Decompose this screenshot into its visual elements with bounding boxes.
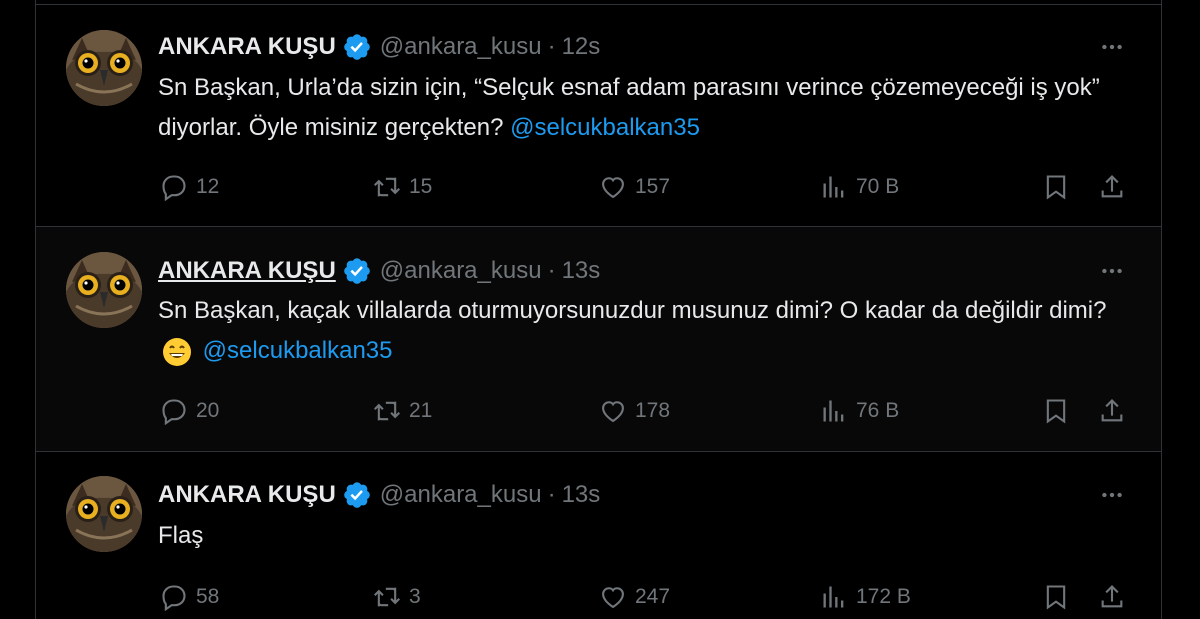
tweet-text: Flaş [158, 516, 1138, 556]
display-name[interactable]: ANKARA KUŞU [158, 33, 336, 61]
tweet-text: Sn Başkan, Urla’da sizin için, “Selçuk e… [158, 68, 1138, 148]
like-button[interactable]: 157 [599, 172, 670, 202]
bookmark-icon [1046, 175, 1066, 200]
separator: · [547, 257, 556, 284]
like-button[interactable]: 178 [599, 396, 670, 426]
more-icon[interactable] [1097, 32, 1127, 62]
retweet-button[interactable]: 21 [373, 396, 432, 426]
tweet-3[interactable]: ANKARA KUŞU @ankara_kusu · 13s Flaş 58 3… [36, 452, 1161, 619]
like-count: 178 [635, 399, 671, 422]
timestamp[interactable]: 13s [562, 481, 601, 509]
views-count: 76 B [856, 399, 900, 422]
avatar[interactable] [66, 476, 142, 552]
bookmark-icon [1046, 399, 1066, 424]
reply-button[interactable]: 58 [160, 582, 219, 612]
views-icon [823, 586, 844, 608]
share-button[interactable] [1098, 172, 1126, 202]
handle[interactable]: @ankara_kusu [380, 33, 542, 61]
verified-badge-icon[interactable] [342, 480, 372, 510]
views-button[interactable]: 70 B [820, 172, 899, 202]
reply-icon [162, 585, 186, 611]
reply-button[interactable]: 20 [160, 396, 219, 426]
retweet-button[interactable]: 15 [373, 172, 432, 202]
like-count: 157 [635, 175, 671, 198]
tweet-header: ANKARA KUŞU @ankara_kusu · 13s [158, 256, 600, 286]
mention-link[interactable]: @selcukbalkan35 [510, 114, 700, 141]
reply-count: 58 [196, 585, 220, 608]
reply-count: 12 [196, 175, 220, 198]
views-icon [823, 176, 844, 198]
tweet-text: Sn Başkan, kaçak villalarda oturmuyorsun… [158, 291, 1138, 371]
tweet-1[interactable]: ANKARA KUŞU @ankara_kusu · 12s Sn Başkan… [36, 5, 1161, 227]
mention-link[interactable]: @selcukbalkan35 [203, 337, 393, 364]
share-button[interactable] [1098, 396, 1126, 426]
tweet-2[interactable]: ANKARA KUŞU @ankara_kusu · 13s Sn Başkan… [36, 227, 1161, 452]
verified-badge-icon[interactable] [342, 32, 372, 62]
owl-avatar-icon [66, 30, 142, 106]
owl-avatar-icon [66, 252, 142, 328]
share-icon [1101, 399, 1123, 422]
handle[interactable]: @ankara_kusu [380, 481, 542, 509]
tweet-text-content: Flaş [158, 522, 204, 549]
retweet-icon [374, 401, 400, 421]
retweet-count: 21 [409, 399, 433, 422]
views-count: 172 B [856, 585, 911, 608]
handle[interactable]: @ankara_kusu [380, 257, 542, 285]
reply-icon [162, 399, 186, 425]
retweet-icon [374, 587, 400, 607]
reply-button[interactable]: 12 [160, 172, 219, 202]
owl-avatar-icon [66, 476, 142, 552]
tweet-header: ANKARA KUŞU @ankara_kusu · 12s [158, 32, 600, 62]
views-button[interactable]: 172 B [820, 582, 911, 612]
separator: · [547, 33, 556, 60]
like-icon [602, 587, 624, 609]
retweet-count: 15 [409, 175, 433, 198]
display-name[interactable]: ANKARA KUŞU [158, 257, 336, 285]
timestamp[interactable]: 12s [562, 33, 601, 61]
views-count: 70 B [856, 175, 900, 198]
views-icon [823, 400, 844, 422]
tweet-text-content: Sn Başkan, kaçak villalarda oturmuyorsun… [158, 297, 1107, 324]
like-icon [602, 401, 624, 423]
more-icon[interactable] [1097, 256, 1127, 286]
verified-badge-icon[interactable] [342, 256, 372, 286]
like-icon [602, 177, 624, 199]
grinning-face-emoji [162, 337, 192, 367]
views-button[interactable]: 76 B [820, 396, 899, 426]
more-icon[interactable] [1097, 480, 1127, 510]
avatar[interactable] [66, 252, 142, 328]
bookmark-button[interactable] [1042, 172, 1070, 202]
retweet-icon [374, 177, 400, 197]
share-button[interactable] [1098, 582, 1126, 612]
bookmark-icon [1046, 585, 1066, 610]
bookmark-button[interactable] [1042, 582, 1070, 612]
retweet-button[interactable]: 3 [373, 582, 421, 612]
reply-count: 20 [196, 399, 220, 422]
like-button[interactable]: 247 [599, 582, 670, 612]
tweet-header: ANKARA KUŞU @ankara_kusu · 13s [158, 480, 600, 510]
reply-icon [162, 175, 186, 201]
avatar[interactable] [66, 30, 142, 106]
bookmark-button[interactable] [1042, 396, 1070, 426]
timestamp[interactable]: 13s [562, 257, 601, 285]
timeline-feed: ANKARA KUŞU @ankara_kusu · 12s Sn Başkan… [35, 0, 1162, 619]
share-icon [1101, 175, 1123, 198]
share-icon [1101, 585, 1123, 608]
separator: · [547, 481, 556, 508]
retweet-count: 3 [409, 585, 421, 608]
display-name[interactable]: ANKARA KUŞU [158, 481, 336, 509]
like-count: 247 [635, 585, 671, 608]
